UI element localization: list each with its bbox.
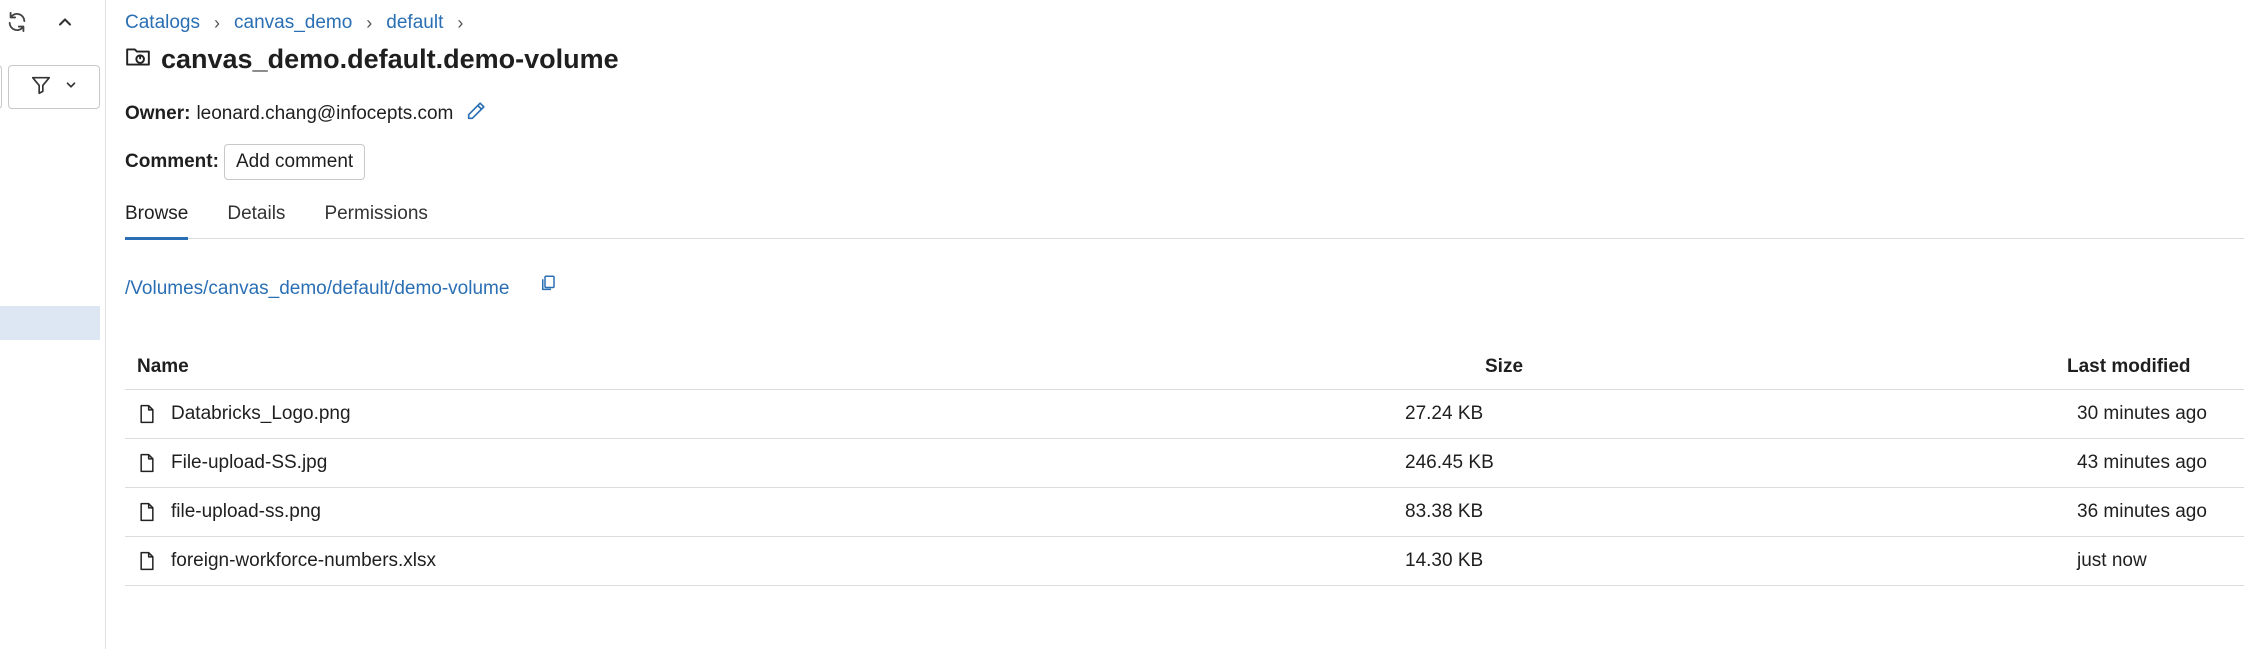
file-name-cell: File-upload-SS.jpg (125, 452, 1425, 474)
file-modified: 30 minutes ago (2077, 403, 2207, 424)
tab-details[interactable]: Details (227, 203, 285, 239)
left-sidebar (0, 0, 106, 649)
add-comment-button[interactable]: Add comment (223, 144, 366, 180)
breadcrumb: Catalogs › canvas_demo › default › (125, 12, 477, 34)
file-name[interactable]: Databricks_Logo.png (171, 403, 351, 425)
file-name-cell: file-upload-ss.png (125, 501, 1425, 523)
copy-path-button[interactable] (539, 273, 557, 299)
breadcrumb-catalogs[interactable]: Catalogs (125, 12, 200, 34)
chevron-down-icon (64, 78, 78, 97)
main-content: Catalogs › canvas_demo › default › canva… (107, 0, 2244, 649)
page-title: canvas_demo.default.demo-volume (161, 44, 619, 74)
copy-icon (539, 273, 557, 299)
collapse-button[interactable] (50, 9, 80, 39)
file-size: 83.38 KB (1405, 501, 1484, 522)
table-row[interactable]: File-upload-SS.jpg 246.45 KB 43 minutes … (125, 439, 2244, 488)
file-modified: 36 minutes ago (2077, 501, 2207, 522)
edit-owner-button[interactable] (465, 100, 487, 128)
breadcrumb-schema[interactable]: default (386, 12, 443, 34)
filter-dropdown[interactable] (8, 65, 100, 109)
owner-value: leonard.chang@infocepts.com (196, 103, 454, 124)
volume-icon (125, 44, 151, 75)
breadcrumb-catalog[interactable]: canvas_demo (234, 12, 352, 34)
file-name[interactable]: foreign-workforce-numbers.xlsx (171, 550, 436, 572)
volume-path-row: /Volumes/canvas_demo/default/demo-volume (125, 275, 557, 300)
tab-browse[interactable]: Browse (125, 203, 189, 240)
file-icon (137, 550, 157, 572)
file-modified: just now (2077, 550, 2147, 571)
comment-row: Comment: Add comment (125, 144, 366, 180)
file-icon (137, 452, 157, 474)
breadcrumb-separator: › (366, 12, 373, 33)
file-size: 14.30 KB (1405, 550, 1484, 571)
file-size: 27.24 KB (1405, 403, 1484, 424)
volume-path[interactable]: /Volumes/canvas_demo/default/demo-volume (125, 278, 509, 300)
file-name[interactable]: file-upload-ss.png (171, 501, 321, 523)
table-header: Name Size Last modified (125, 345, 2244, 390)
header-size[interactable]: Size (1425, 356, 1555, 378)
refresh-button[interactable] (2, 9, 32, 39)
title-row: canvas_demo.default.demo-volume (125, 44, 619, 75)
file-icon (137, 403, 157, 425)
owner-label: Owner: (125, 103, 191, 124)
table-row[interactable]: foreign-workforce-numbers.xlsx 14.30 KB … (125, 537, 2244, 586)
files-table: Name Size Last modified Databricks_Logo.… (125, 345, 2244, 586)
breadcrumb-separator: › (457, 12, 464, 33)
filter-icon (30, 74, 52, 101)
table-row[interactable]: Databricks_Logo.png 27.24 KB 30 minutes … (125, 390, 2244, 439)
tab-permissions[interactable]: Permissions (324, 203, 427, 239)
refresh-icon (6, 11, 28, 38)
file-name[interactable]: File-upload-SS.jpg (171, 452, 327, 474)
header-last-modified[interactable]: Last modified (2067, 356, 2191, 378)
tab-bar: Browse Details Permissions (125, 203, 2244, 240)
pencil-icon (465, 100, 487, 128)
table-row[interactable]: file-upload-ss.png 83.38 KB 36 minutes a… (125, 488, 2244, 537)
file-name-cell: foreign-workforce-numbers.xlsx (125, 550, 1425, 572)
comment-label: Comment: (125, 151, 219, 172)
owner-row: Owner: leonard.chang@infocepts.com (125, 100, 487, 128)
breadcrumb-separator: › (214, 12, 220, 33)
search-field-edge[interactable] (0, 65, 2, 109)
file-modified: 43 minutes ago (2077, 452, 2207, 473)
file-icon (137, 501, 157, 523)
file-size: 246.45 KB (1405, 452, 1494, 473)
sidebar-selected-item[interactable] (0, 306, 100, 340)
file-name-cell: Databricks_Logo.png (125, 403, 1425, 425)
header-name[interactable]: Name (125, 356, 1425, 378)
chevron-up-icon (55, 12, 75, 37)
